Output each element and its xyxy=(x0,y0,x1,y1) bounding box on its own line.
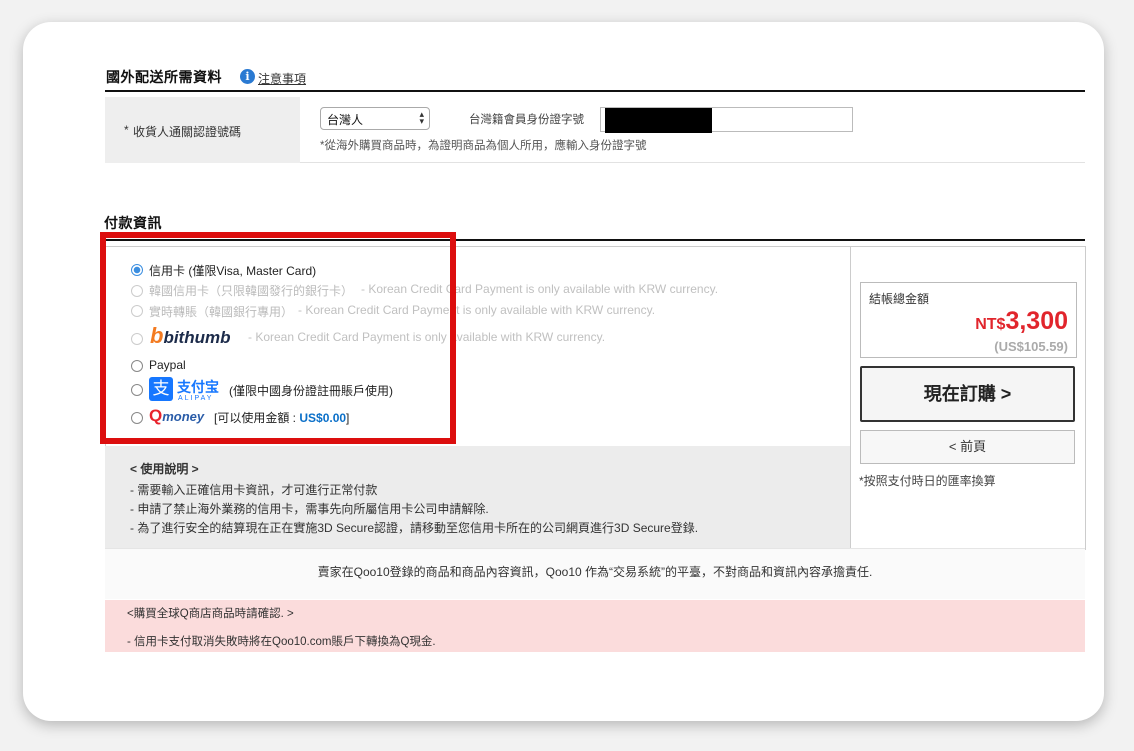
info-icon[interactable]: i xyxy=(240,69,255,84)
total-amount-box: 結帳總金額 NT$3,300 (US$105.59) xyxy=(860,282,1077,358)
global-shop-notice: <購買全球Q商店商品時請確認. > - 信用卡支付取消失敗時將在Qoo10.co… xyxy=(105,600,1085,652)
total-label: 結帳總金額 xyxy=(869,292,930,306)
total-usd: (US$105.59) xyxy=(994,339,1068,354)
payment-section-title: 付款資訊 xyxy=(104,215,162,231)
total-price: NT$3,300 xyxy=(975,307,1068,335)
notice-link[interactable]: 注意事項 xyxy=(258,70,306,87)
redacted-id-value xyxy=(605,108,712,133)
row-divider xyxy=(300,162,1085,163)
recipient-id-label-cell: * 收貨人通關認證號碼 xyxy=(105,97,300,163)
global-shop-notice-title: <購買全球Q商店商品時請確認. > xyxy=(127,608,294,620)
previous-page-button[interactable]: < 前頁 xyxy=(860,430,1075,464)
payment-highlight-box xyxy=(100,232,456,444)
global-shop-notice-line: - 信用卡支付取消失敗時將在Qoo10.com賬戶下轉換為Q現金. xyxy=(127,636,436,648)
usage-instructions: < 使用說明 > - 需要輸入正確信用卡資訊，才可進行正常付款 - 申請了禁止海… xyxy=(105,446,850,548)
section-divider xyxy=(105,90,1085,92)
nationality-select[interactable]: 台灣人 ▴ ▾ xyxy=(320,107,430,130)
usage-title: < 使用說明 > xyxy=(130,462,199,476)
select-arrows-icon: ▴ ▾ xyxy=(419,109,424,126)
id-number-note: *從海外購買商品時，為證明商品為個人所用，應輸入身份證字號 xyxy=(320,140,647,152)
order-now-button[interactable]: 現在訂購 > xyxy=(860,366,1075,422)
usage-line: - 為了進行安全的結算現在正在實施3D Secure認證，請移動至您信用卡所在的… xyxy=(130,521,699,535)
seller-disclaimer: 賣家在Qoo10登錄的商品和商品內容資訊，Qoo10 作為“交易系統”的平臺，不… xyxy=(105,548,1085,599)
id-number-input[interactable] xyxy=(600,107,853,133)
required-mark: * xyxy=(124,123,129,137)
usage-line: - 申請了禁止海外業務的信用卡，需事先向所屬信用卡公司申請解除. xyxy=(130,502,489,516)
recipient-id-label: 收貨人通關認證號碼 xyxy=(133,125,242,139)
nationality-select-value: 台灣人 xyxy=(327,113,364,127)
id-number-label: 台灣籍會員身份證字號 xyxy=(469,114,584,126)
overseas-section-title: 國外配送所需資料 xyxy=(106,69,222,85)
exchange-rate-note: *按照支付時日的匯率換算 xyxy=(859,474,996,488)
usage-line: - 需要輸入正確信用卡資訊，才可進行正常付款 xyxy=(130,483,378,497)
